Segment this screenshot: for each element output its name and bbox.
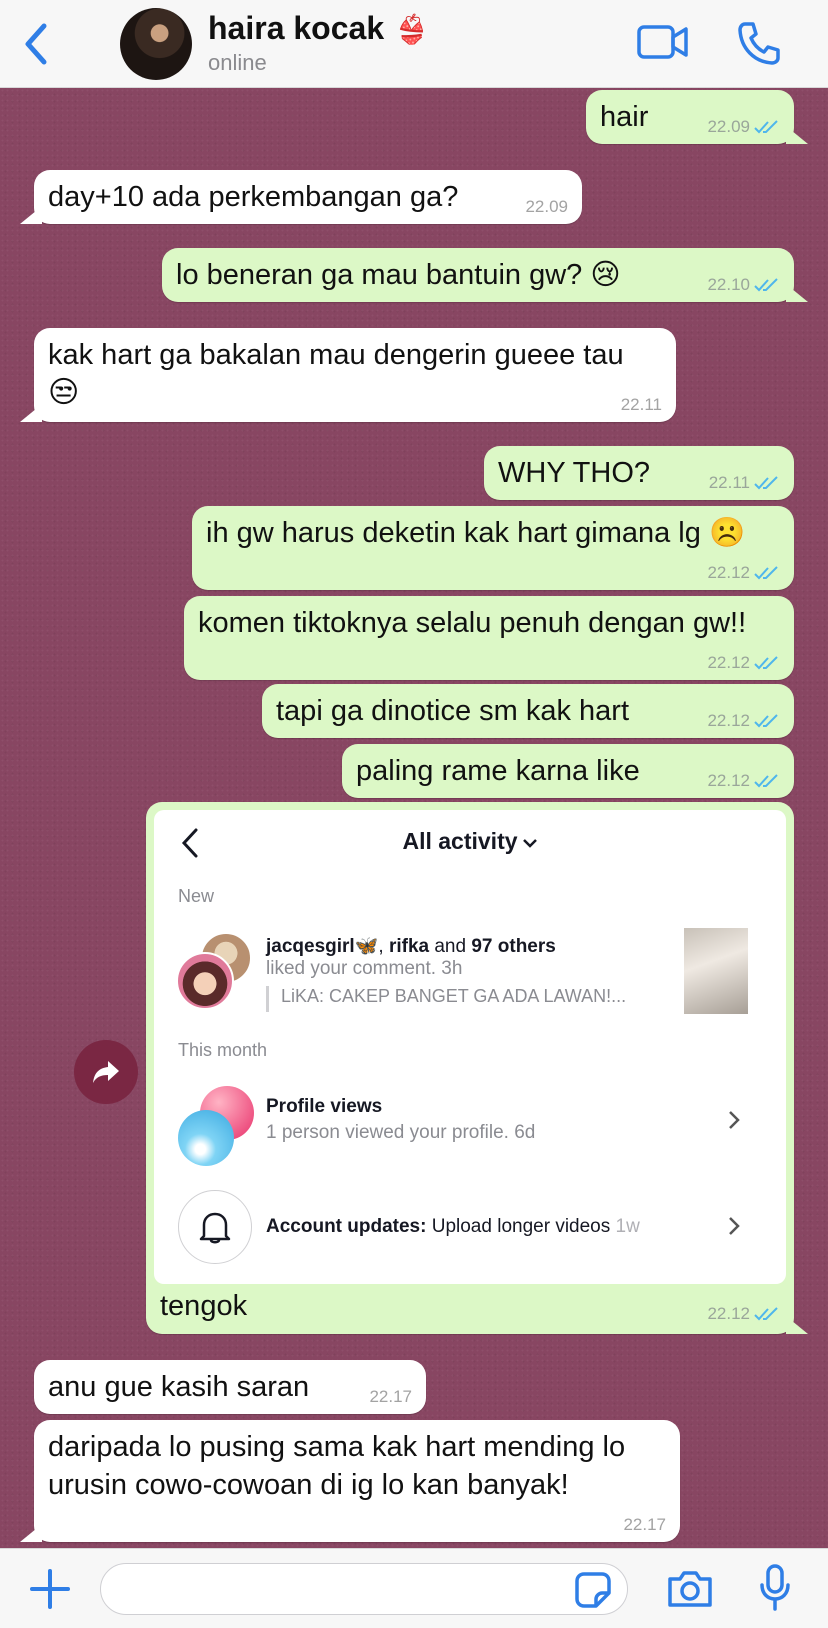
message-text: urusin cowo-cowoan di ig lo kan banyak! [48, 1469, 569, 1501]
like-notification-sub: liked your comment. 3h [266, 958, 463, 979]
message-bubble-incoming[interactable]: anu gue kasih saran 22.17 [34, 1360, 426, 1414]
read-receipt-icon [754, 774, 778, 788]
microphone-icon[interactable] [758, 1563, 792, 1613]
message-time: 22.11 [620, 395, 662, 414]
message-bubble-outgoing[interactable]: hair 22.09 [586, 90, 808, 144]
like-notification-title: jacqesgirl🦋, rifka and 97 others [266, 936, 556, 957]
phone-call-icon[interactable] [736, 20, 782, 66]
message-text: anu gue kasih saran [48, 1371, 310, 1403]
read-receipt-icon [754, 278, 778, 292]
liker-avatar [176, 952, 234, 1010]
camera-icon[interactable] [666, 1569, 714, 1609]
message-time: 22.12 [707, 563, 750, 582]
plus-icon[interactable] [28, 1567, 72, 1611]
message-text: lo beneran ga mau bantuin gw? 😢 [176, 259, 621, 291]
message-time: 22.12 [707, 711, 750, 730]
message-text: paling rame karna like [356, 755, 640, 787]
message-text: ih gw harus deketin kak hart gimana lg ☹… [206, 517, 746, 549]
message-bubble-incoming[interactable]: day+10 ada perkembangan ga? 22.09 [20, 170, 582, 224]
tiktok-screenshot-image[interactable]: All activity New jacqesgirl🦋, rifka and … [154, 810, 786, 1284]
account-updates-icon [178, 1190, 252, 1264]
sticker-icon[interactable] [574, 1571, 612, 1609]
message-time: 22.17 [623, 1515, 666, 1534]
message-bubble-outgoing[interactable]: WHY THO? 22.11 [484, 446, 794, 500]
message-text: daripada lo pusing sama kak hart mending… [48, 1431, 626, 1463]
message-time: 22.11 [708, 473, 750, 492]
message-bubble-outgoing[interactable]: paling rame karna like 22.12 [342, 744, 794, 798]
image-message-bubble[interactable]: All activity New jacqesgirl🦋, rifka and … [146, 802, 808, 1334]
message-time: 22.09 [525, 197, 568, 216]
message-text: kak hart ga bakalan mau dengerin gueee t… [48, 339, 624, 371]
profile-views-icon [178, 1110, 234, 1166]
message-text: hair [600, 101, 649, 133]
bikini-emoji-icon: 👙 [394, 14, 429, 45]
message-text: day+10 ada perkembangan ga? [48, 181, 459, 213]
read-receipt-icon [754, 656, 778, 670]
bell-icon [199, 1212, 231, 1244]
chevron-right-icon [729, 1217, 740, 1235]
message-input[interactable] [100, 1563, 628, 1615]
forward-arrow-icon [93, 1061, 119, 1083]
video-thumbnail [684, 928, 748, 1014]
message-time: 22.09 [707, 117, 750, 136]
section-label-new: New [178, 886, 215, 906]
profile-views-title: Profile views [266, 1096, 383, 1117]
message-time: 22.17 [369, 1387, 412, 1406]
account-updates-row: Account updates: Upload longer videos 1w [266, 1216, 640, 1237]
contact-status: online [208, 50, 267, 75]
message-bubble-outgoing[interactable]: ih gw harus deketin kak hart gimana lg ☹… [192, 506, 794, 590]
profile-views-sub: 1 person viewed your profile. 6d [266, 1122, 536, 1143]
screenshot-title: All activity [154, 828, 786, 855]
message-text: WHY THO? [498, 457, 651, 489]
forward-button[interactable] [74, 1040, 138, 1104]
message-time: 22.12 [707, 771, 750, 790]
contact-avatar[interactable] [120, 8, 192, 80]
read-receipt-icon [754, 1307, 778, 1321]
read-receipt-icon [754, 566, 778, 580]
read-receipt-icon [754, 120, 778, 134]
message-bubble-outgoing[interactable]: komen tiktoknya selalu penuh dengan gw!!… [184, 596, 794, 680]
message-bubble-incoming[interactable]: kak hart ga bakalan mau dengerin gueee t… [20, 328, 676, 422]
back-arrow-icon[interactable] [18, 20, 58, 68]
message-time: 22.10 [707, 275, 750, 294]
message-bubble-outgoing[interactable]: tapi ga dinotice sm kak hart 22.12 [262, 684, 794, 738]
video-call-icon[interactable] [636, 22, 690, 62]
image-caption: tengok [160, 1290, 248, 1322]
message-bubble-incoming[interactable]: daripada lo pusing sama kak hart mending… [20, 1420, 680, 1542]
message-text: komen tiktoknya selalu penuh dengan gw!! [198, 607, 747, 639]
message-bubble-outgoing[interactable]: lo beneran ga mau bantuin gw? 😢 22.10 [162, 248, 808, 302]
read-receipt-icon [754, 476, 778, 490]
chevron-right-icon [729, 1111, 740, 1129]
message-time: 22.12 [707, 1304, 750, 1323]
chat-header: haira kocak 👙 online [0, 0, 828, 88]
unamused-emoji-icon: 😒 [48, 376, 80, 409]
comment-quote: LiKA: CAKEP BANGET GA ADA LAWAN!... [266, 986, 626, 1012]
read-receipt-icon [754, 714, 778, 728]
message-time: 22.12 [707, 653, 750, 672]
contact-name[interactable]: haira kocak 👙 [208, 10, 429, 47]
message-text: tapi ga dinotice sm kak hart [276, 695, 630, 727]
section-label-month: This month [178, 1040, 268, 1060]
composer-bar [0, 1548, 828, 1628]
chevron-down-icon [522, 839, 537, 848]
